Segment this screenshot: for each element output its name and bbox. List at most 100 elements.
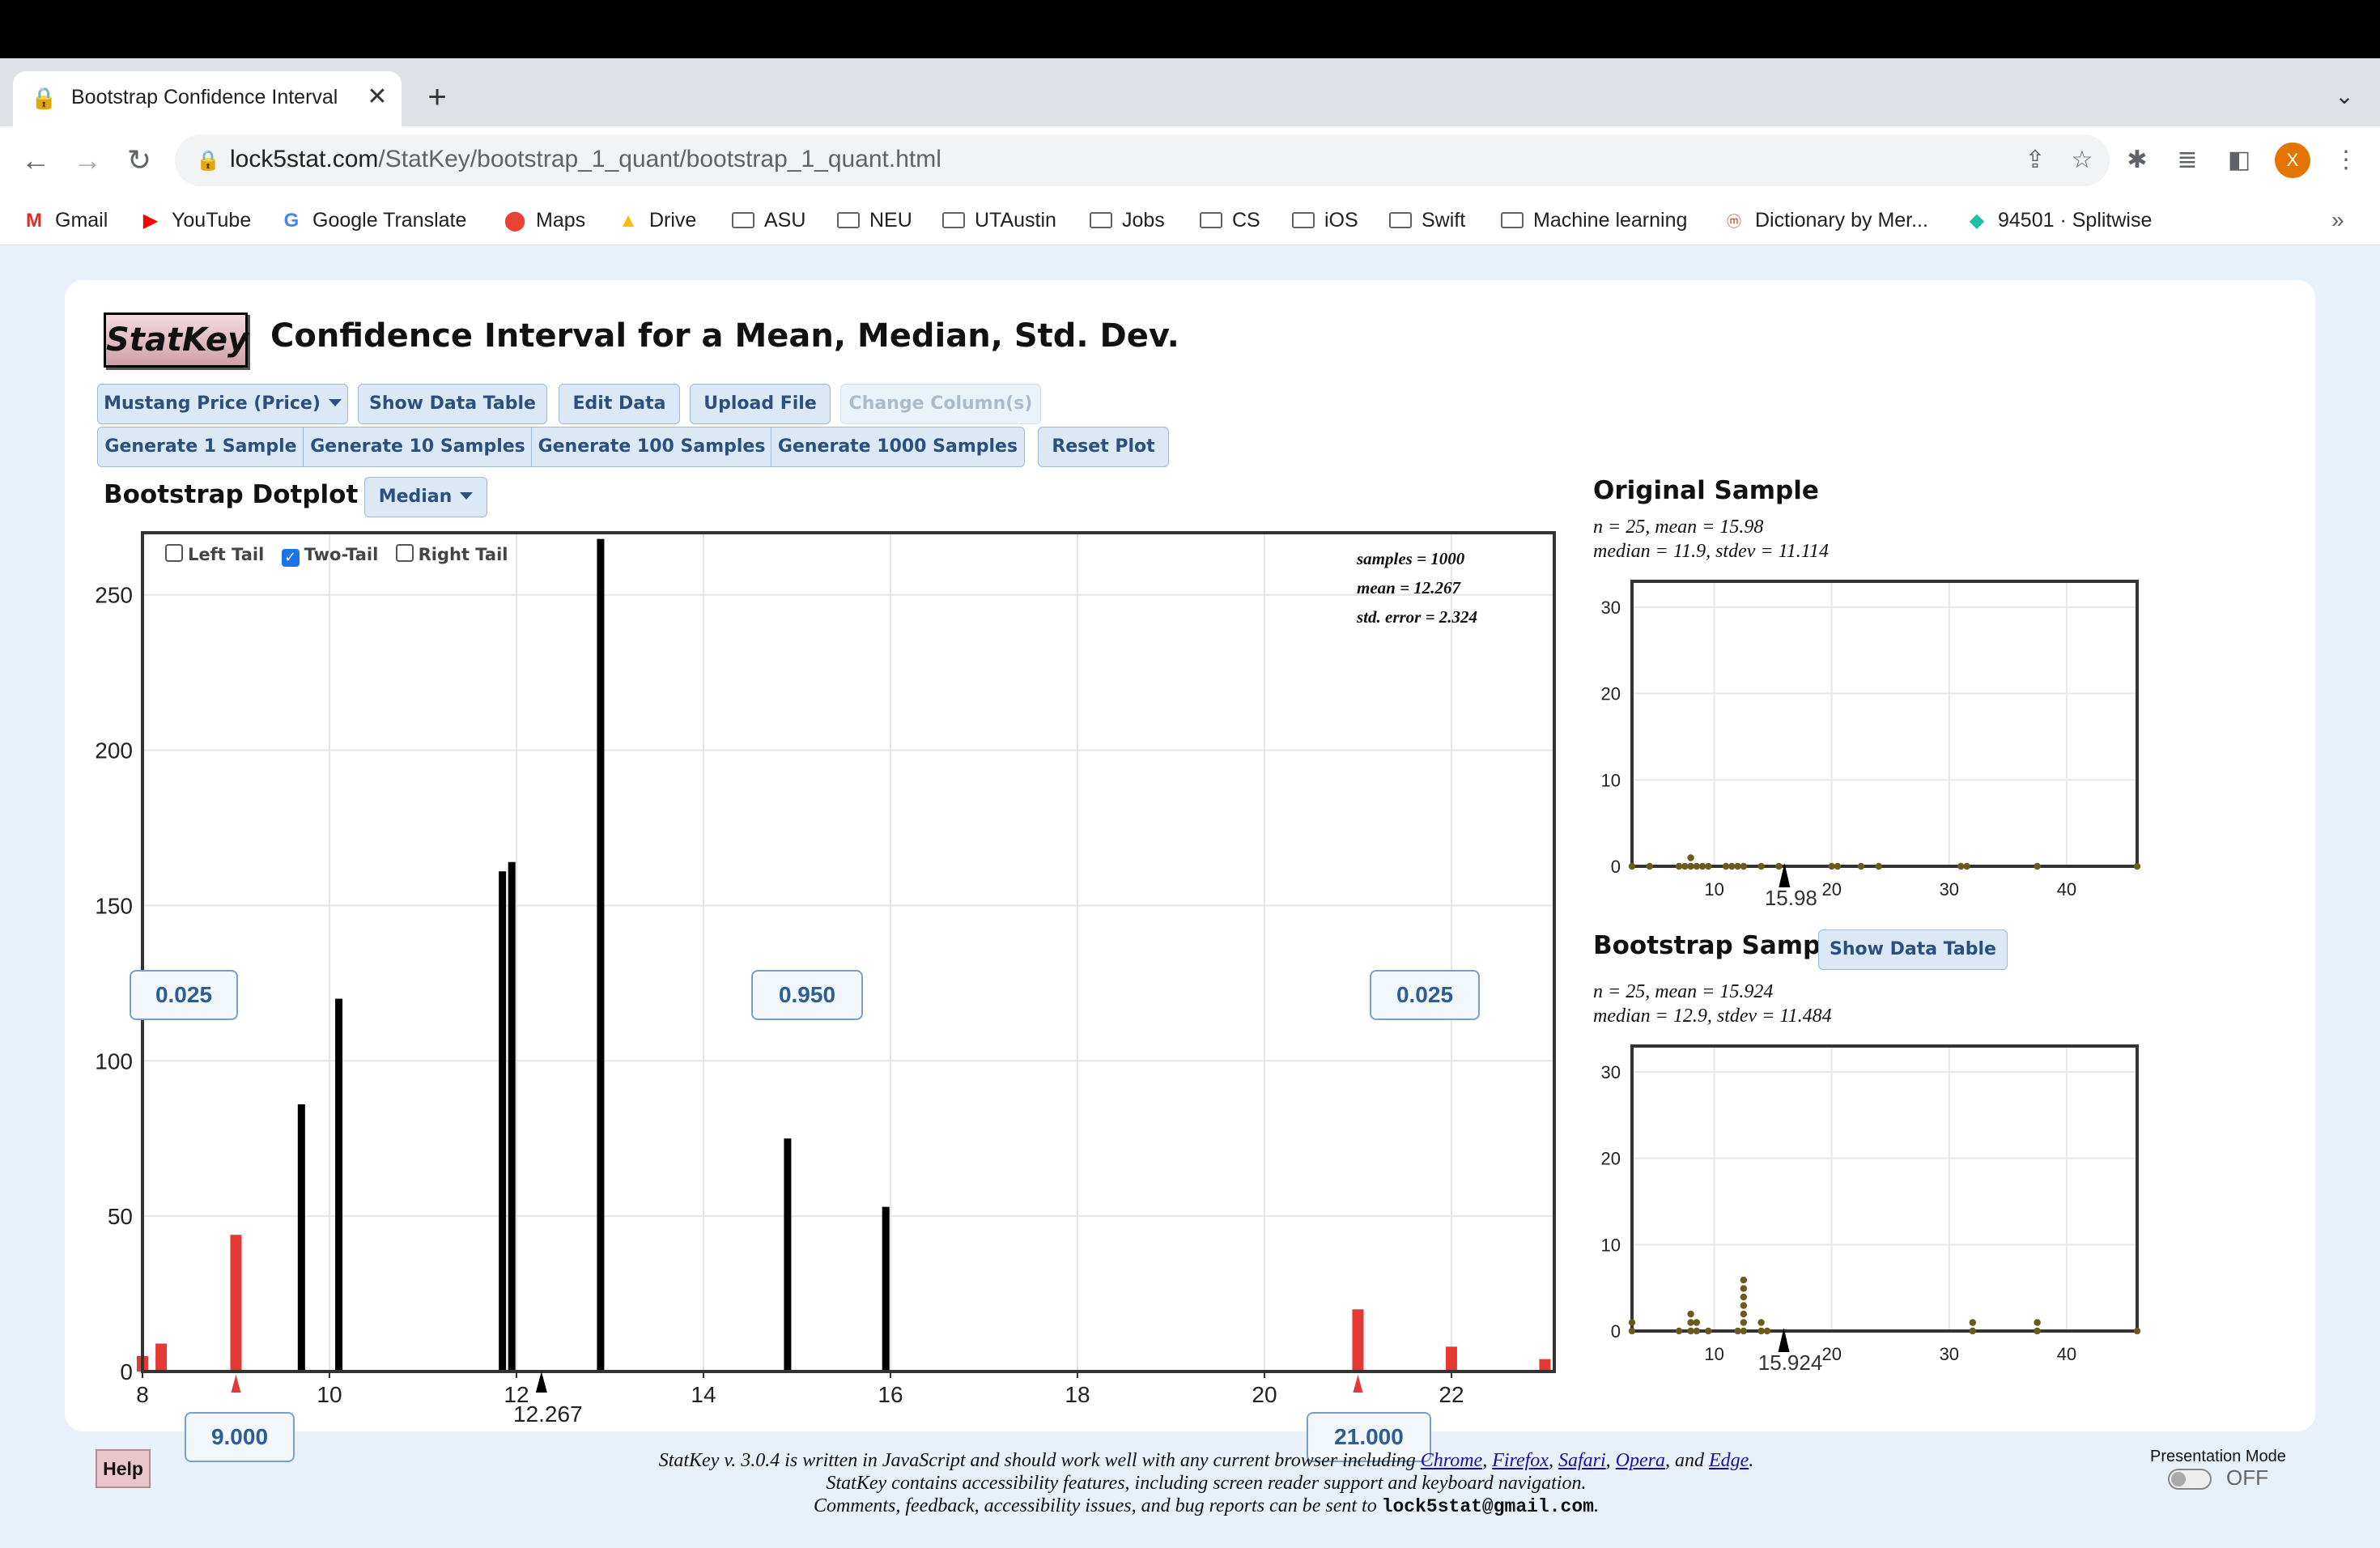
x-tick-label: 10 (1704, 879, 1723, 899)
bookmark-swift[interactable]: Swift (1389, 204, 1465, 236)
show-data-table-button[interactable]: Show Data Table (358, 384, 547, 424)
back-arrow-icon[interactable]: ← (15, 139, 57, 181)
sample-dot (1963, 862, 1970, 870)
bookmark-maps[interactable]: ⬤ Maps (502, 204, 586, 236)
safari-link[interactable]: Safari (1558, 1450, 1606, 1471)
chevron-down-icon (328, 399, 342, 406)
bookmark-drive[interactable]: ▲ Drive (615, 204, 696, 236)
bookmark-splitwise[interactable]: ◆ 94501 · Splitwise (1964, 204, 2153, 236)
address-bar[interactable]: 🔒 lock5stat.com/StatKey/bootstrap_1_quan… (175, 134, 2110, 186)
close-tab-icon[interactable]: ✕ (363, 83, 392, 112)
middle-proportion[interactable]: 0.950 (751, 970, 863, 1020)
share-icon[interactable]: ⇪ (2019, 144, 2051, 176)
chrome-link[interactable]: Chrome (1421, 1450, 1482, 1471)
bookmark-gmail[interactable]: M Gmail (21, 204, 108, 236)
generate-10-samples-button[interactable]: Generate 10 Samples (303, 427, 533, 467)
statistic-dropdown[interactable]: Median (364, 477, 487, 517)
dot-column (335, 998, 343, 1372)
sample-dot (1740, 1327, 1748, 1335)
sample-dot (1628, 1319, 1636, 1326)
bookmark-asu[interactable]: ASU (732, 204, 805, 236)
upload-file-button[interactable]: Upload File (690, 384, 831, 424)
new-tab-icon[interactable]: + (421, 79, 453, 115)
more-menu-icon[interactable]: ⋮ (2328, 142, 2364, 178)
bookmark-translate[interactable]: G Google Translate (278, 204, 467, 236)
reload-icon[interactable]: ↻ (118, 139, 160, 181)
opera-link[interactable]: Opera (1616, 1450, 1665, 1471)
url-host: lock5stat.com (230, 146, 379, 172)
bookmark-dictionary[interactable]: ⓜ Dictionary by Mer... (1721, 204, 1928, 236)
left-tail-proportion[interactable]: 0.025 (130, 970, 238, 1020)
reset-plot-button[interactable]: Reset Plot (1038, 427, 1169, 467)
bootstrap-mean: mean = 12.267 (1357, 578, 1461, 598)
gmail-icon: M (26, 210, 42, 232)
help-button[interactable]: Help (96, 1449, 151, 1488)
x-tick-label: 8 (136, 1382, 149, 1407)
right-tail-checkbox[interactable] (395, 544, 414, 562)
dataset-dropdown[interactable]: Mustang Price (Price) (97, 384, 348, 424)
dot-column (784, 1138, 792, 1372)
folder-icon (1090, 212, 1112, 228)
y-tick-label: 100 (95, 1048, 133, 1074)
lower-bound-box[interactable]: 9.000 (185, 1412, 295, 1462)
left-tail-checkbox[interactable] (165, 544, 183, 562)
edit-data-button[interactable]: Edit Data (559, 384, 680, 424)
bookmark-cs[interactable]: CS (1200, 204, 1260, 236)
sample-dot (1763, 1327, 1771, 1335)
y-tick-label: 30 (1601, 1062, 1621, 1082)
bookmark-jobs[interactable]: Jobs (1090, 204, 1165, 236)
sample-dot (1705, 1327, 1712, 1335)
bookmark-neu[interactable]: NEU (837, 204, 912, 236)
sample-dot (1705, 862, 1712, 870)
x-tick-label: 14 (691, 1382, 716, 1407)
sample-dot (1740, 1276, 1748, 1284)
profile-avatar[interactable]: X (2275, 142, 2310, 178)
y-tick-label: 0 (1611, 857, 1621, 877)
sample-dot (1740, 1302, 1748, 1309)
bookmark-ios[interactable]: iOS (1292, 204, 1358, 236)
footer-text: StatKey v. 3.0.4 is written in JavaScrip… (453, 1449, 1959, 1518)
dot-column (297, 1104, 305, 1372)
contact-email[interactable]: lock5stat@gmail.com (1382, 1496, 1594, 1517)
generate-100-samples-button[interactable]: Generate 100 Samples (531, 427, 772, 467)
right-tail-proportion[interactable]: 0.025 (1370, 970, 1480, 1020)
two-tail-checkbox[interactable]: ✓ (281, 549, 300, 567)
bookmark-star-icon[interactable]: ☆ (2066, 144, 2098, 176)
extensions-icon[interactable]: ✱ (2119, 142, 2155, 178)
bootstrap-show-data-table-button[interactable]: Show Data Table (1818, 929, 2008, 970)
edge-link[interactable]: Edge (1709, 1450, 1749, 1471)
forward-arrow-icon[interactable]: → (66, 139, 108, 181)
y-tick-label: 200 (95, 738, 133, 763)
sample-dot (2034, 1319, 2041, 1326)
firefox-link[interactable]: Firefox (1492, 1450, 1549, 1471)
lock-icon: 🔒 (196, 150, 220, 172)
bookmark-machine-learning[interactable]: Machine learning (1501, 204, 1687, 236)
mean-marker-label: 15.924 (1758, 1350, 1823, 1375)
bookmark-utaustin[interactable]: UTAustin (942, 204, 1056, 236)
tab-search-chevron-icon[interactable]: ⌄ (2328, 83, 2361, 115)
original-sample-dotplot: 10 20 30 40 0 10 20 30 15.98 (1601, 580, 2141, 910)
dataset-label: Mustang Price (Price) (104, 393, 321, 414)
generate-1-sample-button[interactable]: Generate 1 Sample (97, 427, 304, 467)
screen-top-bar (0, 0, 2380, 58)
bookmark-label: NEU (869, 209, 912, 232)
bookmark-label: Google Translate (312, 209, 467, 232)
bound-marker-icon (1353, 1375, 1363, 1393)
bound-marker-icon (231, 1375, 241, 1393)
generate-1000-samples-button[interactable]: Generate 1000 Samples (771, 427, 1025, 467)
change-columns-button[interactable]: Change Column(s) (840, 384, 1041, 424)
footer-separator: , (1548, 1450, 1558, 1471)
statkey-logo[interactable]: StatKey (104, 313, 249, 368)
browser-tab[interactable]: 🔒 Bootstrap Confidence Interval ✕ (13, 71, 402, 126)
side-panel-icon[interactable]: ◧ (2221, 142, 2257, 178)
bookmarks-overflow-icon[interactable]: » (2331, 204, 2344, 236)
sample-dot (1757, 1327, 1765, 1335)
tail-dot-column (155, 1343, 168, 1372)
sample-dot (1757, 862, 1765, 870)
sample-dot (1698, 862, 1706, 870)
presentation-mode-toggle[interactable] (2168, 1469, 2212, 1490)
media-control-icon[interactable]: ≣ (2170, 142, 2205, 178)
bookmark-label: YouTube (172, 209, 252, 232)
bookmark-youtube[interactable]: ▶ YouTube (138, 204, 251, 236)
x-tick-label: 40 (2057, 879, 2076, 899)
